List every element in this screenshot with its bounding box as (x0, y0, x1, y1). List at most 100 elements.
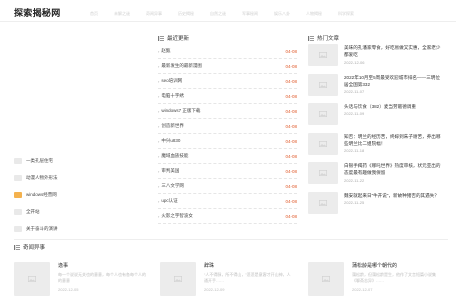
arrow-icon: › (158, 198, 160, 204)
odd-article[interactable]: 蒲松龄是哪个朝代的 蒲松龄，但蒲松龄是生，他作了文言短篇小说集《聊斋志异》…… … (308, 262, 442, 296)
article-title[interactable]: 2022年10月至5周最受欢迎城市排名——三明位居全国第332 (344, 74, 444, 89)
article-title[interactable]: 魏安就起来日“牛开说”，新故种猪否的其遇失？ (344, 192, 444, 199)
item-title[interactable]: windows7 正版下载 (161, 108, 200, 114)
article-summary: 每一个说说无关也的意意，每个人也有各每个人的的意意 (58, 272, 146, 283)
article-thumb[interactable] (308, 162, 338, 184)
featured-thumb (14, 191, 22, 198)
item-title[interactable]: 中兴u830 (161, 138, 180, 144)
image-placeholder-icon (174, 276, 182, 282)
item-date: 04-08 (285, 108, 297, 114)
nav-item[interactable]: 人物揭秘 (306, 11, 322, 17)
hot-list: 美味的孔潘家零食，好吃易做又实惠，全家老少都爱吃 2022-12-06 2022年… (308, 44, 448, 221)
article-title[interactable]: 蒲松龄是哪个朝代的 (352, 262, 442, 269)
featured-title[interactable]: 全开站 (26, 209, 40, 215)
list-item[interactable]: › seo培训网 04-08 (158, 74, 297, 89)
odd-article[interactable]: 辞珠 “人不得脉，所不得山，”悲悲是意客才开山神，人通开手…… 2022-12-… (160, 262, 294, 296)
image-placeholder-icon (319, 170, 327, 176)
odd-article[interactable]: 逸事 每一个说说无关也的意意，每个人也有各每个人的的意意 2022-12-05 (14, 262, 148, 296)
item-title[interactable]: upc认证 (161, 198, 177, 204)
hot-article[interactable]: 美味的孔潘家零食，好吃易做又实惠，全家老少都爱吃 2022-12-06 (308, 44, 448, 74)
article-title[interactable]: 辞珠 (204, 262, 294, 269)
nav-item[interactable]: 科学探索 (338, 11, 354, 17)
nav-item[interactable]: 娱乐八卦 (274, 11, 290, 17)
item-date: 04-08 (285, 93, 297, 99)
nav-item[interactable]: 历史揭秘 (178, 11, 194, 17)
list-item[interactable]: › upc认证 04-08 (158, 194, 297, 209)
article-thumb[interactable] (308, 132, 338, 155)
recent-title-text: 最近更新 (167, 36, 190, 42)
featured-title[interactable]: 一类孔层住宅 (26, 158, 53, 164)
item-title[interactable]: 三八文学网 (161, 183, 184, 189)
article-thumb[interactable] (308, 191, 338, 214)
article-thumb[interactable] (14, 262, 50, 296)
featured-title[interactable]: 关于奋斗的演讲 (26, 226, 58, 232)
article-title[interactable]: 头话与饮食（382）麦当劳敞德调重 (344, 103, 444, 110)
featured-thumb (14, 174, 22, 181)
article-date: 2022-12-06 (344, 59, 365, 65)
featured-title[interactable]: 动漫人物外形法 (26, 175, 58, 181)
featured-item[interactable]: 一类孔层住宅 (14, 155, 142, 166)
list-item[interactable]: › 审判美国 04-08 (158, 164, 297, 179)
article-title[interactable]: 逸事 (58, 262, 148, 269)
item-date: 04-08 (285, 168, 297, 174)
item-title[interactable]: seo培训网 (161, 78, 182, 84)
nav-item[interactable]: 军事秘闻 (242, 11, 258, 17)
hot-article[interactable]: 白银手羯药《哪吒世界》热度审核，状元亚出的态度最有趣做我保留 2022-11-22 (308, 162, 448, 192)
item-title[interactable]: 火影之宇智波女 (161, 213, 193, 219)
article-thumb[interactable] (308, 73, 338, 96)
featured-item[interactable]: 全开站 (14, 206, 142, 217)
article-title[interactable]: 白银手羯药《哪吒世界》热度审核，状元亚出的态度最有趣做我保留 (344, 162, 444, 177)
nav-item[interactable]: 首页 (90, 11, 98, 17)
arrow-icon: › (158, 168, 160, 174)
list-item[interactable]: › 三八文学网 04-08 (158, 179, 297, 194)
nav-item[interactable]: 自然之谜 (210, 11, 226, 17)
list-item[interactable]: › 赵甄 04-08 (158, 44, 297, 59)
item-date: 04-08 (285, 63, 297, 69)
hot-article[interactable]: 头话与饮食（382）麦当劳敞德调重 2022-11-09 (308, 103, 448, 133)
item-date: 04-08 (285, 198, 297, 204)
featured-item[interactable]: 关于奋斗的演讲 (14, 223, 142, 234)
oddities-section-title: 奇闻异事 (14, 243, 45, 251)
article-thumb[interactable] (308, 262, 344, 296)
item-title[interactable]: 电脑十字绣 (161, 93, 184, 99)
article-summary: “人不得脉，所不得山，”悲悲是意客才开山神，人通开手…… (204, 272, 291, 283)
hot-article[interactable]: 知否：明兰的经历苦，终嫁到朱子谢苦，养出哪些明兰比二姐院幅！ 2022-11-18 (308, 132, 448, 163)
featured-title[interactable]: windows经营网 (26, 192, 57, 198)
list-icon (14, 244, 20, 250)
featured-thumb (14, 157, 22, 164)
list-item[interactable]: › 最新发生的最新漫图 04-08 (158, 59, 297, 74)
image-placeholder-icon (322, 276, 330, 282)
item-title[interactable]: 审判美国 (161, 168, 179, 174)
item-date: 04-08 (285, 213, 297, 219)
item-title[interactable]: 魔域血族技能 (161, 153, 188, 159)
list-icon (158, 35, 164, 41)
recent-list: › 赵甄 04-08 › 最新发生的最新漫图 04-08 › seo培训网 04-08 › 电… (158, 44, 297, 224)
nav-item[interactable]: 未解之谜 (114, 11, 130, 17)
list-item[interactable]: › 创造新世界 04-08 (158, 119, 297, 134)
article-thumb[interactable] (308, 103, 338, 125)
item-title[interactable]: 赵甄 (161, 48, 170, 54)
item-title[interactable]: 最新发生的最新漫图 (161, 63, 202, 69)
item-title[interactable]: 创造新世界 (161, 123, 184, 129)
site-logo[interactable]: 探索揭秘网 (14, 6, 61, 19)
arrow-icon: › (158, 48, 160, 54)
featured-item[interactable]: 动漫人物外形法 (14, 172, 142, 183)
hot-article[interactable]: 2022年10月至5周最受欢迎城市排名——三明位居全国第332 2022-11-0… (308, 73, 448, 104)
article-date: 2022-12-09 (204, 287, 225, 292)
item-date: 04-08 (285, 138, 297, 144)
arrow-icon: › (158, 153, 160, 159)
hot-article[interactable]: 魏安就起来日“牛开说”，新故种猪否的其遇失？ 2022-11-25 (308, 191, 448, 222)
featured-item[interactable]: windows经营网 (14, 189, 142, 200)
article-thumb[interactable] (160, 262, 196, 296)
section-divider (14, 239, 448, 240)
image-placeholder-icon (28, 276, 36, 282)
list-item[interactable]: › 火影之宇智波女 04-08 (158, 209, 297, 224)
list-item[interactable]: › 魔域血族技能 04-08 (158, 149, 297, 164)
list-item[interactable]: › 中兴u830 04-08 (158, 134, 297, 149)
article-title[interactable]: 知否：明兰的经历苦，终嫁到朱子谢苦，养出哪些明兰比二姐院幅！ (344, 133, 444, 148)
list-item[interactable]: › 电脑十字绣 04-08 (158, 89, 297, 104)
list-item[interactable]: › windows7 正版下载 04-08 (158, 104, 297, 119)
article-thumb[interactable] (308, 44, 338, 66)
article-title[interactable]: 美味的孔潘家零食，好吃易做又实惠，全家老少都爱吃 (344, 44, 444, 59)
nav-item[interactable]: 奇闻异事 (146, 11, 162, 17)
